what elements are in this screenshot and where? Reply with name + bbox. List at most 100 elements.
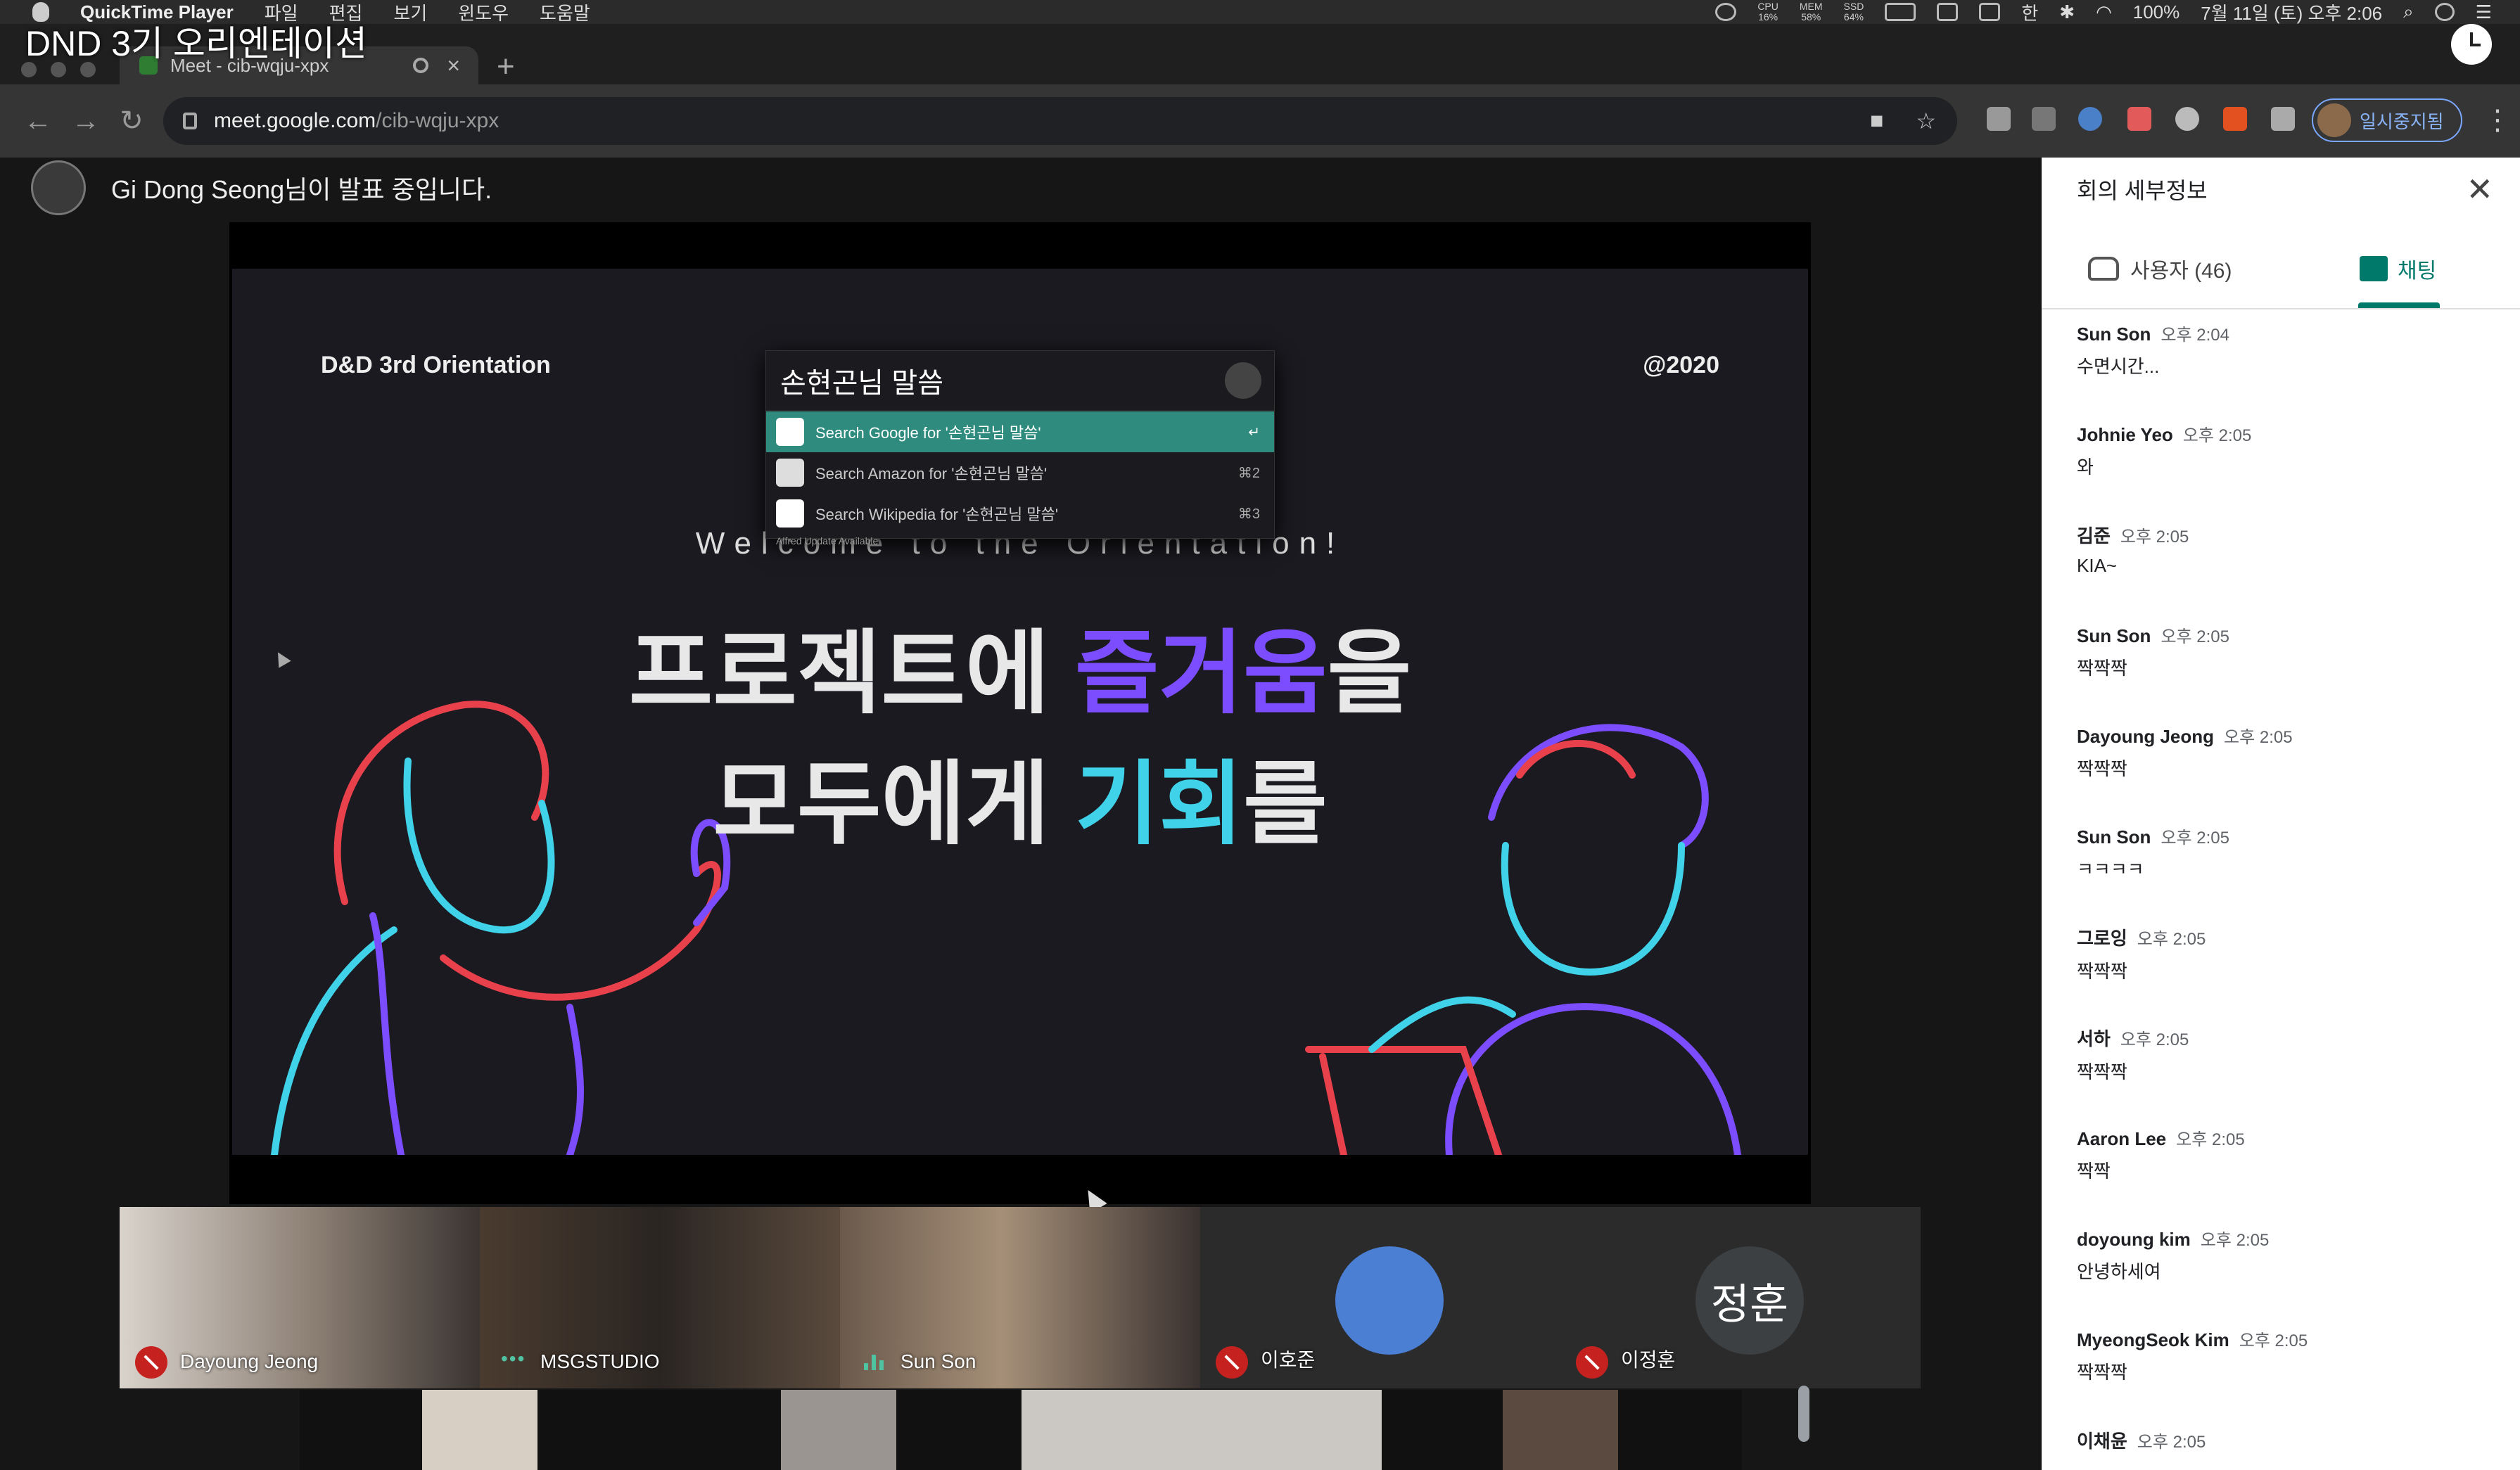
presenter-text: Gi Dong Seong님이 발표 중입니다. [111,175,492,204]
datetime-display[interactable]: 7월 11일 (토) 오후 2:06 [2201,0,2382,25]
reload-icon[interactable]: ↻ [120,105,144,137]
react-devtools-icon[interactable] [2175,107,2199,131]
profile-button[interactable]: 일시중지됨 [2312,98,2462,142]
chat-message: Johnie Yeo 오후 2:05 와 [2077,424,2252,478]
panel-title: 회의 세부정보 [2077,178,2208,203]
speaking-indicator-icon [864,1353,886,1370]
meeting-details-panel: 회의 세부정보 ✕ 사용자 (46) 채팅 Sun Son 오후 2:04 수면시간… [2042,158,2520,1470]
chat-message: doyoung kim 오후 2:05 안녕하세여 [2077,1229,2270,1282]
slide-header-left: D&D 3rd Orientation [321,352,551,378]
spotlight-search-icon[interactable]: ⌕ [2403,1,2414,23]
right-figure-face-cyan [1501,842,1685,976]
battery-status-icon[interactable] [1885,3,1916,21]
back-arrow-icon[interactable]: ← [24,106,52,137]
memory-meter[interactable]: MEM 58% [1800,1,1823,23]
browser-menu-icon[interactable]: ⋮ [2483,104,2512,136]
clock-icon [2451,24,2492,65]
extension-4-icon[interactable] [2127,107,2151,131]
display-icon[interactable] [1937,3,1959,21]
record-status-icon[interactable] [1715,3,1737,21]
slide-header-right: @2020 [1643,352,1719,378]
recording-indicator-icon [413,58,429,73]
participant-tile[interactable] [1022,1390,1382,1470]
left-figure-side-purple [566,1004,584,1155]
camera-in-use-icon[interactable]: ■ [1870,108,1883,134]
extension-2-icon[interactable] [2032,107,2056,131]
menu-item-view[interactable]: 보기 [393,0,427,25]
alfred-query-input[interactable]: 손현곤님 말씀 [766,351,1274,411]
extensions-puzzle-icon[interactable] [2271,107,2295,131]
chat-message: 이채윤 오후 2:05 [2077,1431,2206,1452]
forward-arrow-icon[interactable]: → [72,106,100,137]
extension-1-icon[interactable] [1987,107,2011,131]
chat-message: 서하 오후 2:05 짝짝짝 [2077,1028,2189,1082]
participant-name: MSGSTUDIO [540,1350,660,1372]
alfred-hat-icon [1225,362,1261,399]
alfred-result-google[interactable]: Search Google for '손현곤님 말씀' ↵ [766,411,1274,452]
menu-item-window[interactable]: 윈도우 [458,0,509,25]
chat-icon [2360,256,2388,281]
presenter-banner: Gi Dong Seong님이 발표 중입니다. [31,160,492,215]
participant-tile[interactable] [781,1390,896,1470]
address-bar[interactable]: meet.google.com/cib-wqju-xpx ■ ☆ [163,97,1957,145]
video-overlay-title: DND 3기 오리엔테이션 [25,24,367,63]
extension-3-icon[interactable] [2078,107,2102,131]
bookmark-star-icon[interactable]: ☆ [1916,108,1936,134]
new-tab-button[interactable]: + [497,49,515,84]
user-avatar-icon[interactable] [2434,3,2455,21]
participant-avatar [1335,1246,1444,1355]
menu-item-help[interactable]: 도움말 [540,0,590,25]
presenter-avatar [31,160,86,215]
chat-scrollbar[interactable] [1798,1386,1809,1442]
divider [2042,308,2520,309]
menu-bar: QuickTime Player 파일 편집 보기 윈도우 도움말 CPU 16%… [0,0,2520,24]
participant-name: Dayoung Jeong [180,1350,319,1372]
extension-6-icon[interactable] [2223,107,2247,131]
participant-tile[interactable]: ••• MSGSTUDIO [480,1207,840,1388]
tab-close-icon[interactable]: × [447,53,460,79]
alfred-result-amazon[interactable]: Search Amazon for '손현곤님 말씀' ⌘2 [766,452,1274,493]
people-icon [2088,257,2119,281]
chat-message: 그로잉 오후 2:05 짝짝짝 [2077,928,2206,982]
participant-name: 이호준 [1261,1349,1316,1371]
chat-message-list[interactable]: Sun Son 오후 2:04 수면시간... Johnie Yeo 오후 2:05 와… [2077,321,2499,1469]
participant-tile[interactable]: Dayoung Jeong [120,1207,480,1388]
slide-headline-2: 모두에게 기회를 [713,753,1328,855]
mic-off-icon [135,1346,167,1379]
participant-tile[interactable] [1503,1390,1618,1470]
chat-message: Aaron Lee 오후 2:05 짝짝 [2077,1128,2245,1182]
chat-message: Sun Son 오후 2:05 짝짝짝 [2077,625,2229,679]
google-icon [776,418,804,446]
chat-message: 김준 오후 2:05 KIA~ [2077,525,2189,576]
close-icon[interactable]: ✕ [2466,170,2493,208]
notification-center-icon[interactable]: ☰ [2476,1,2492,23]
alfred-launcher[interactable]: 손현곤님 말씀 Search Google for '손현곤님 말씀' ↵ Se… [765,350,1275,547]
chat-message: Sun Son 오후 2:04 수면시간... [2077,324,2229,377]
tab-chat[interactable]: 채팅 [2360,253,2436,284]
connecting-dots-icon: ••• [501,1348,526,1369]
participant-name: Sun Son [901,1350,976,1372]
mic-off-icon [1216,1346,1248,1379]
participant-tile[interactable]: 정훈 이정훈 [1560,1207,1921,1388]
window-layout-icon[interactable] [1979,3,2001,21]
wifi-icon[interactable]: ◠ [2096,1,2112,23]
lock-icon [183,113,197,129]
left-figure-arm-cyan [271,926,397,1155]
alfred-result-wikipedia[interactable]: Search Wikipedia for '손현곤님 말씀' ⌘3 [766,493,1274,534]
profile-status-label: 일시중지됨 [2360,110,2444,132]
ssd-meter[interactable]: SSD 64% [1844,1,1864,23]
participant-tile[interactable]: Sun Son [840,1207,1200,1388]
url-path: /cib-wqju-xpx [376,109,499,132]
participant-avatar: 정훈 [1695,1246,1804,1355]
tab-people[interactable]: 사용자 (46) [2088,253,2232,284]
battery-percentage[interactable]: 100% [2133,1,2180,23]
input-source-indicator[interactable]: 한 [2021,0,2038,25]
chat-message: MyeongSeok Kim 오후 2:05 짝짝짝 [2077,1329,2308,1383]
participant-tile[interactable]: 이호준 [1200,1207,1560,1388]
participant-tile[interactable] [422,1390,537,1470]
participant-strip-second-row [300,1390,1742,1470]
laptop-edge-red [1319,1053,1347,1155]
cpu-meter[interactable]: CPU 16% [1757,1,1778,23]
bluetooth-icon[interactable]: ✱ [2059,1,2075,23]
alfred-update-note[interactable]: Alfred Update Available [766,535,1274,547]
